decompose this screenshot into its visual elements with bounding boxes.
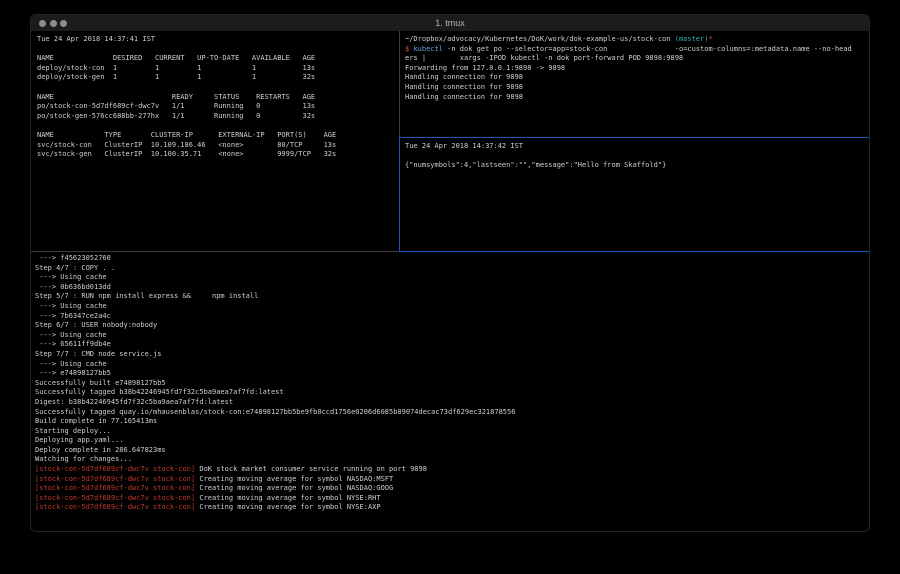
window-title: 1. tmux (31, 18, 869, 28)
port-forward-log: ers | xargs -IPOD kubectl -n dok port-fo… (405, 54, 683, 100)
pane-divider-vertical-inactive[interactable] (399, 31, 400, 137)
deployments-table: NAME DESIRED CURRENT UP-TO-DATE AVAILABL… (37, 54, 315, 81)
pod-log-prefix: [stock-con-5d7df689cf-dwc7v stock-con] (35, 503, 195, 511)
skaffold-build-output: ---> f45623052760 Step 4/7 : COPY . . --… (35, 254, 869, 513)
terminal-window: 1. tmux Tue 24 Apr 2018 14:37:41 IST NAM… (30, 14, 870, 532)
pane-kubectl-watch[interactable]: Tue 24 Apr 2018 14:37:41 IST NAME DESIRE… (31, 31, 399, 251)
pod-log-message: Creating moving average for symbol NYSE:… (195, 494, 380, 502)
command-args: -n dok get po --selector=app=stock-con -… (443, 45, 852, 53)
tmux-terminal-area: Tue 24 Apr 2018 14:37:41 IST NAME DESIRE… (31, 31, 869, 517)
docker-build-log: ---> f45623052760 Step 4/7 : COPY . . --… (35, 254, 515, 463)
pane-divider-horizontal-active-top[interactable] (400, 137, 869, 138)
pane-skaffold-build[interactable]: ---> f45623052760 Step 4/7 : COPY . . --… (31, 252, 869, 517)
pod-log-prefix: [stock-con-5d7df689cf-dwc7v stock-con] (35, 465, 195, 473)
git-dirty-flag: * (708, 35, 712, 43)
pane-curl-result[interactable]: Tue 24 Apr 2018 14:37:42 IST {"numsymbol… (401, 138, 869, 251)
pane-divider-vertical-active[interactable] (399, 137, 400, 251)
desktop-background: { "window": { "title": "1. tmux" }, "col… (0, 0, 900, 574)
pod-log-prefix: [stock-con-5d7df689cf-dwc7v stock-con] (35, 484, 195, 492)
command-name: kubectl (413, 45, 443, 53)
pod-log-prefix: [stock-con-5d7df689cf-dwc7v stock-con] (35, 475, 195, 483)
pod-log-message: Creating moving average for symbol NASDA… (195, 475, 393, 483)
prompt-path: ~/Dropbox/advocacy/Kubernetes/DoK/work/d… (405, 35, 675, 43)
window-title-bar: 1. tmux (31, 15, 869, 32)
pane-divider-horizontal-inactive[interactable] (31, 251, 399, 252)
json-response: {"numsymbols":4,"lastseen":"","message":… (405, 161, 666, 169)
pod-log-message: DoK stock market consumer service runnin… (195, 465, 427, 473)
services-table: NAME TYPE CLUSTER-IP EXTERNAL-IP PORT(S)… (37, 131, 336, 158)
pane-divider-horizontal-active-bottom[interactable] (399, 251, 869, 252)
kubectl-watch-output: Tue 24 Apr 2018 14:37:41 IST NAME DESIRE… (37, 35, 399, 160)
git-branch: (master) (675, 35, 709, 43)
pod-log-message: Creating moving average for symbol NYSE:… (195, 503, 380, 511)
timestamp-line: Tue 24 Apr 2018 14:37:41 IST (37, 35, 155, 43)
pods-table: NAME READY STATUS RESTARTS AGE po/stock-… (37, 93, 315, 120)
port-forward-output: ~/Dropbox/advocacy/Kubernetes/DoK/work/d… (405, 35, 869, 102)
pod-log-prefix: [stock-con-5d7df689cf-dwc7v stock-con] (35, 494, 195, 502)
pane-port-forward[interactable]: ~/Dropbox/advocacy/Kubernetes/DoK/work/d… (401, 31, 869, 137)
pod-log-message: Creating moving average for symbol NASDA… (195, 484, 393, 492)
curl-result-output: Tue 24 Apr 2018 14:37:42 IST {"numsymbol… (405, 142, 869, 171)
timestamp-line: Tue 24 Apr 2018 14:37:42 IST (405, 142, 523, 150)
